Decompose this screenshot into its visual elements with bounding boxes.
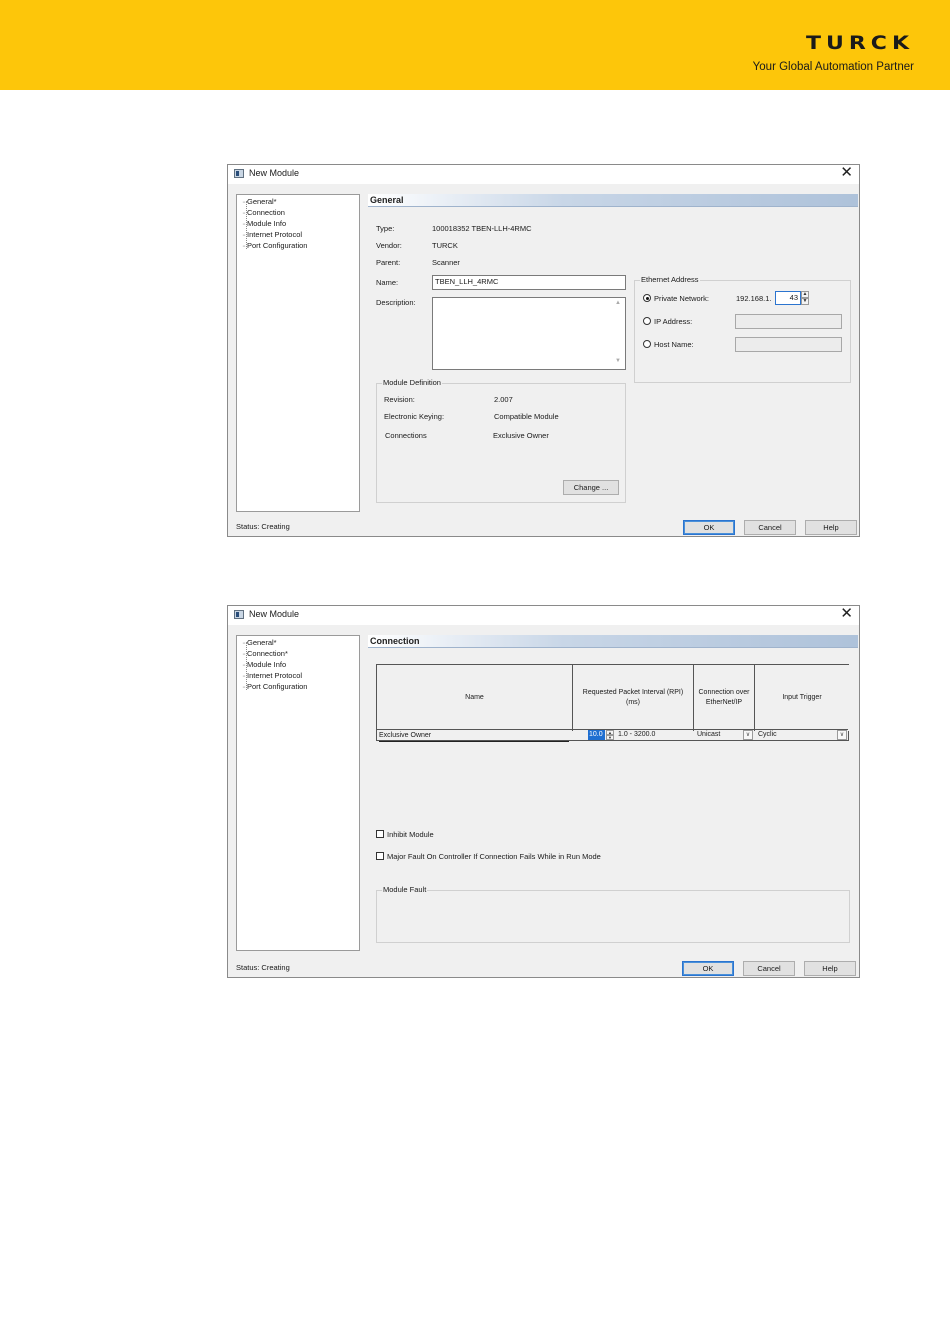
type-value: 100018352 TBEN-LLH-4RMC [432,224,532,233]
tree-item-internet-protocol[interactable]: ·· Internet Protocol [242,229,302,240]
tree-item-general[interactable]: ·· General* [242,637,277,648]
scroll-up-icon[interactable]: ▲ [615,300,621,306]
private-network-label: Private Network: [654,294,710,303]
help-button[interactable]: Help [805,520,857,535]
vendor-label: Vendor: [376,241,402,250]
tree-item-connection[interactable]: ·· Connection [242,207,285,218]
cancel-button[interactable]: Cancel [744,520,796,535]
section-header-general: General [368,194,858,207]
rpi-value-input[interactable]: 10.0 [588,730,605,740]
title-bar: New Module ✕ [228,605,859,625]
connections-value: Exclusive Owner [493,431,549,440]
row-name-cell[interactable]: Exclusive Owner [379,731,569,742]
header-banner: TURCK Your Global Automation Partner [0,0,950,90]
scroll-down-icon[interactable]: ▼ [615,358,621,364]
change-button[interactable]: Change ... [563,480,619,495]
host-name-radio[interactable] [643,340,651,348]
turck-logo: TURCK [805,33,914,55]
tree-item-general[interactable]: ·· General* [242,196,277,207]
window-title: New Module [249,168,300,178]
input-trigger-select[interactable]: Cyclic [758,730,777,740]
ethernet-address-title: Ethernet Address [640,275,700,284]
category-tree: ·· General* ·· Connection* ·· Module Info ·… [236,635,360,951]
section-header-connection: Connection [368,635,858,648]
inhibit-module-checkbox[interactable] [376,830,384,838]
name-input[interactable]: TBEN_LLH_4RMC [432,275,626,290]
title-bar: New Module ✕ [228,164,859,184]
table-row[interactable]: Exclusive Owner 10.0 ▲ ▼ 1.0 - 3200.0 Un… [377,730,848,742]
type-label: Type: [376,224,395,233]
new-module-dialog-general: New Module ✕ ·· General* ·· Connection ·· M… [227,164,860,537]
ethernet-address-group: Ethernet Address Private Network: 192.16… [634,275,851,383]
octet-spin-up[interactable]: ▲ [801,291,809,298]
host-name-input[interactable] [735,337,842,352]
ip-address-radio[interactable] [643,317,651,325]
category-tree: ·· General* ·· Connection ·· Module Info ··… [236,194,360,512]
revision-value: 2.007 [494,395,513,404]
window-title: New Module [249,609,300,619]
ok-button[interactable]: OK [683,520,735,535]
column-header-name[interactable]: Name [377,665,573,731]
module-fault-title: Module Fault [382,885,428,894]
parent-value: Scanner [432,258,460,267]
parent-label: Parent: [376,258,401,267]
close-icon[interactable]: ✕ [840,164,853,182]
major-fault-label: Major Fault On Controller If Connection … [387,852,601,861]
tree-item-module-info[interactable]: ·· Module Info [242,218,286,229]
tree-item-port-configuration[interactable]: ·· Port Configuration [242,240,307,251]
connection-table: Name Requested Packet Interval (RPI) (ms… [376,664,849,742]
application-icon [234,169,244,178]
rpi-range-text: 1.0 - 3200.0 [618,731,656,738]
status-text: Status: Creating [236,522,290,531]
column-header-input-trigger[interactable]: Input Trigger [755,665,849,731]
tree-item-port-configuration[interactable]: ·· Port Configuration [242,681,307,692]
private-network-prefix: 192.168.1. [736,294,772,303]
name-label: Name: [376,278,399,287]
help-button[interactable]: Help [804,961,856,976]
electronic-keying-value: Compatible Module [494,412,559,421]
electronic-keying-label: Electronic Keying: [384,412,445,421]
tree-item-internet-protocol[interactable]: ·· Internet Protocol [242,670,302,681]
octet-spin-down[interactable]: ▼ [801,298,809,305]
module-definition-title: Module Definition [382,378,442,387]
rpi-spin-down[interactable]: ▼ [606,735,614,740]
new-module-dialog-connection: New Module ✕ ·· General* ·· Connection* ··… [227,605,860,978]
column-header-connection[interactable]: Connection over EtherNet/IP [694,665,755,731]
module-fault-group: Module Fault [376,885,850,943]
chevron-down-icon[interactable]: ∨ [837,730,847,740]
ip-address-label: IP Address: [654,317,693,326]
vendor-value: TURCK [432,241,458,250]
tree-item-module-info[interactable]: ·· Module Info [242,659,286,670]
description-input[interactable] [432,297,626,370]
cancel-button[interactable]: Cancel [743,961,795,976]
description-label: Description: [376,298,416,307]
application-icon [234,610,244,619]
close-icon[interactable]: ✕ [840,605,853,623]
host-name-label: Host Name: [654,340,694,349]
status-text: Status: Creating [236,963,290,972]
major-fault-checkbox[interactable] [376,852,384,860]
private-network-octet-input[interactable]: 43 [775,291,801,305]
column-header-rpi[interactable]: Requested Packet Interval (RPI) (ms) [573,665,694,731]
tree-item-connection[interactable]: ·· Connection* [242,648,288,659]
connection-type-select[interactable]: Unicast [697,730,720,740]
ip-address-input[interactable] [735,314,842,329]
revision-label: Revision: [384,395,415,404]
inhibit-module-label: Inhibit Module [387,830,434,839]
module-definition-group: Module Definition Revision: 2.007 Electr… [376,378,626,503]
connections-label: Connections [385,431,427,440]
private-network-radio[interactable] [643,294,651,302]
logo-tagline: Your Global Automation Partner [752,61,914,73]
chevron-down-icon[interactable]: ∨ [743,730,753,740]
ok-button[interactable]: OK [682,961,734,976]
